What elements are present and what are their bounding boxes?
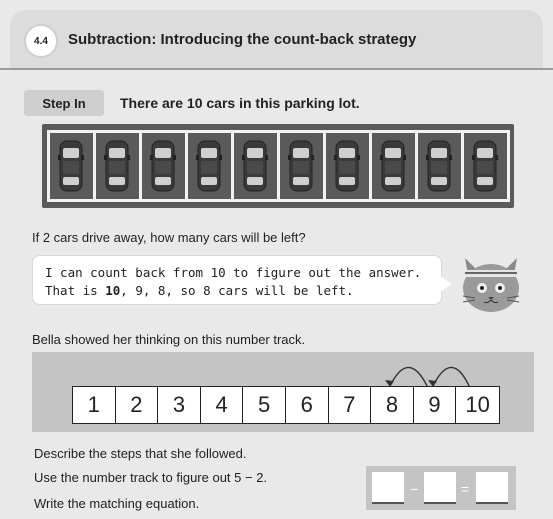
track-cell: 5 [243, 387, 286, 423]
step-in-tag: Step In [24, 90, 104, 116]
parking-line [369, 130, 372, 202]
speech-bubble-tail [440, 276, 452, 292]
track-cell: 7 [329, 387, 372, 423]
bubble-line-2-pre: That is [45, 283, 106, 298]
parking-line [139, 130, 142, 202]
question-text: If 2 cars drive away, how many cars will… [32, 230, 306, 245]
car-icon [472, 140, 498, 192]
track-cell: 4 [201, 387, 244, 423]
track-cell: 1 [73, 387, 116, 423]
parking-line [415, 130, 418, 202]
bubble-line-2-post: , 9, 8, so 8 cars will be left. [120, 283, 354, 298]
car-icon [58, 140, 84, 192]
cat-character-icon [462, 258, 520, 312]
parking-line [47, 130, 50, 202]
equation-blank-3[interactable] [476, 472, 508, 504]
track-cell: 10 [465, 392, 490, 417]
parking-line [461, 130, 464, 202]
parking-line [323, 130, 326, 202]
car-icon [104, 140, 130, 192]
parking-line [93, 130, 96, 202]
count-back-arrows [385, 366, 471, 389]
step-in-text: There are 10 cars in this parking lot. [120, 95, 360, 111]
car-icon [196, 140, 222, 192]
track-cell: 3 [158, 387, 201, 423]
car-icon [426, 140, 452, 192]
track-cell: 2 [116, 387, 159, 423]
parking-line [277, 130, 280, 202]
parking-line [507, 130, 510, 202]
parking-line [185, 130, 188, 202]
equation-blank-1[interactable] [372, 472, 404, 504]
instruction-describe: Describe the steps that she followed. [34, 446, 247, 461]
track-cell: 8 [371, 387, 414, 423]
equals-sign: = [461, 481, 470, 497]
instruction-write-equation: Write the matching equation. [34, 496, 200, 511]
car-icon [150, 140, 176, 192]
instruction-use-track: Use the number track to figure out 5 − 2… [34, 470, 268, 485]
bubble-line-1: I can count back from 10 to figure out t… [45, 265, 422, 280]
lesson-number-badge: 4.4 [24, 24, 58, 58]
track-cell: 6 [286, 387, 329, 423]
bubble-line-2: That is 10, 9, 8, so 8 cars will be left… [45, 283, 354, 298]
header-divider [0, 68, 553, 70]
parking-lot [42, 124, 514, 208]
number-track: 1 2 3 4 5 6 7 8 9 10 [72, 386, 500, 424]
car-icon [334, 140, 360, 192]
minus-sign: − [410, 481, 419, 497]
lesson-page: 4.4 Subtraction: Introducing the count-b… [0, 0, 553, 519]
lesson-title: Subtraction: Introducing the count-back … [68, 31, 417, 48]
bubble-line-2-bold: 10 [105, 283, 121, 298]
lesson-header: 4.4 Subtraction: Introducing the count-b… [10, 10, 543, 68]
track-cell: 9 [414, 387, 457, 423]
car-icon [242, 140, 268, 192]
parking-line [231, 130, 234, 202]
speech-bubble: I can count back from 10 to figure out t… [32, 255, 442, 305]
car-icon [288, 140, 314, 192]
equation-blank-2[interactable] [424, 472, 456, 504]
car-icon [380, 140, 406, 192]
track-intro-text: Bella showed her thinking on this number… [32, 332, 306, 347]
equation-panel: − = [366, 466, 516, 510]
